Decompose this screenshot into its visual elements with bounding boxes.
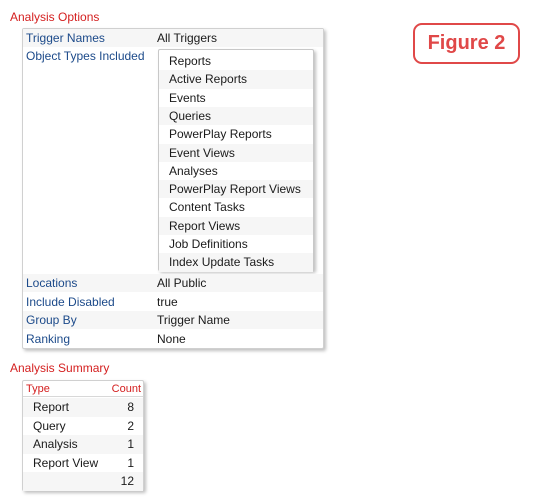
option-value: Trigger Name	[157, 313, 230, 327]
option-label: Locations	[26, 276, 78, 290]
object-type-item: Events	[169, 90, 206, 105]
column-header-count: Count	[111, 383, 141, 395]
object-type-item: PowerPlay Report Views	[159, 180, 313, 199]
analysis-options-title: Analysis Options	[10, 10, 100, 24]
summary-total: 12	[120, 474, 134, 488]
option-label: Trigger Names	[26, 31, 105, 45]
summary-total-row: 12	[23, 472, 143, 491]
analysis-summary-table: Type Count Report 8 Query 2 Analysis 1 R…	[22, 380, 144, 491]
object-type-item: Report Views	[159, 216, 313, 235]
option-label: Ranking	[26, 331, 71, 346]
option-value: None	[157, 331, 186, 346]
analysis-options-panel: Trigger Names All Triggers Object Types …	[22, 28, 324, 349]
summary-row: Analysis 1	[23, 435, 143, 454]
object-type-item: Analyses	[169, 163, 218, 178]
option-row-include-disabled: Include Disabled true	[23, 293, 323, 311]
option-row-ranking: Ranking None	[23, 330, 323, 348]
option-label: Include Disabled	[26, 294, 115, 309]
object-type-item: Content Tasks	[169, 200, 245, 215]
option-row-locations: Locations All Public	[23, 274, 323, 292]
option-row-trigger-names: Trigger Names All Triggers	[23, 29, 323, 47]
option-label: Object Types Included	[26, 49, 145, 63]
option-label: Group By	[26, 313, 77, 327]
column-header-type: Type	[26, 383, 50, 395]
option-value: All Public	[157, 276, 207, 290]
object-type-item: Active Reports	[159, 70, 313, 89]
summary-header-row: Type Count	[23, 381, 143, 397]
object-type-item: Queries	[159, 106, 313, 126]
summary-row: Report View 1	[33, 455, 134, 470]
option-value: All Triggers	[157, 31, 218, 45]
object-type-item: Event Views	[159, 143, 313, 162]
analysis-summary-title: Analysis Summary	[10, 361, 110, 375]
object-types-list[interactable]: Reports Active Reports Events Queries Po…	[158, 49, 314, 272]
object-type-item: Index Update Tasks	[159, 253, 313, 272]
object-type-item: Reports	[169, 54, 212, 68]
object-type-item: Job Definitions	[169, 237, 248, 251]
figure-label-badge: Figure 2	[413, 23, 520, 64]
summary-row: Report 8	[23, 398, 143, 417]
option-row-group-by: Group By Trigger Name	[23, 311, 323, 329]
object-type-item: PowerPlay Reports	[169, 127, 272, 142]
option-value: true	[157, 294, 178, 309]
summary-row: Query 2	[33, 418, 134, 433]
